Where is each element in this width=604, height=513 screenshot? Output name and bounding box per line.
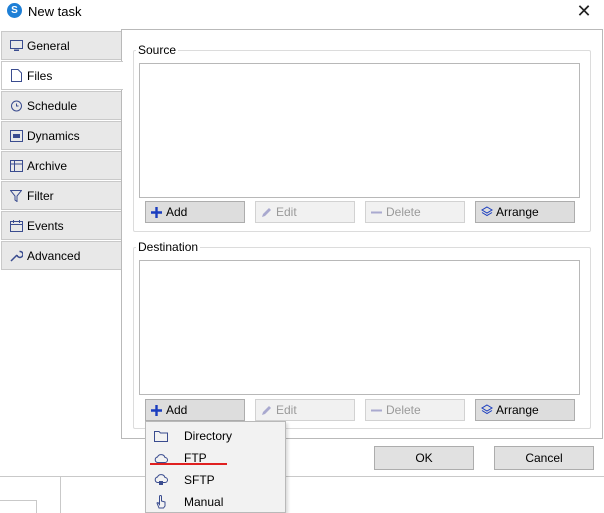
minus-icon (370, 404, 383, 417)
filter-icon (9, 189, 23, 203)
source-group-label: Source (136, 43, 179, 57)
button-label: Edit (276, 205, 297, 219)
menu-item-ftp[interactable]: FTP (146, 447, 285, 469)
window-title: New task (28, 4, 82, 19)
menu-item-label: SFTP (184, 473, 215, 487)
button-label: Delete (386, 205, 421, 219)
tab-advanced[interactable]: Advanced (1, 241, 122, 270)
title-bar: S New task ✕ (0, 0, 604, 24)
menu-item-label: Manual (184, 495, 224, 509)
tab-filter[interactable]: Filter (1, 181, 122, 210)
background-divider (0, 476, 604, 477)
plus-icon (150, 404, 163, 417)
cloud-lock-icon (154, 473, 168, 487)
destination-arrange-button[interactable]: Arrange (475, 399, 575, 421)
background-divider (60, 476, 61, 513)
archive-icon (9, 159, 23, 173)
button-label: Arrange (496, 205, 539, 219)
file-icon (9, 69, 23, 83)
tab-files[interactable]: Files (1, 61, 123, 90)
tab-label: Schedule (27, 98, 78, 113)
menu-item-sftp[interactable]: SFTP (146, 469, 285, 491)
layers-icon (480, 206, 493, 219)
tab-label: Archive (27, 158, 68, 173)
cancel-button[interactable]: Cancel (494, 446, 594, 470)
button-label: Add (166, 403, 188, 417)
background-divider (36, 500, 37, 513)
close-button[interactable]: ✕ (573, 1, 595, 21)
destination-delete-button[interactable]: Delete (365, 399, 465, 421)
menu-item-manual[interactable]: Manual (146, 491, 285, 513)
button-label: Add (166, 205, 188, 219)
source-delete-button[interactable]: Delete (365, 201, 465, 223)
layers-icon (480, 404, 493, 417)
source-edit-button[interactable]: Edit (255, 201, 355, 223)
tab-schedule[interactable]: Schedule (1, 91, 122, 120)
button-label: Edit (276, 403, 297, 417)
background-divider (0, 500, 36, 501)
tab-label: Advanced (27, 248, 81, 263)
add-dropdown-menu: Directory FTP SFTP Manual (145, 421, 286, 513)
ok-button[interactable]: OK (374, 446, 474, 470)
minus-icon (370, 206, 383, 219)
tab-label: Events (27, 218, 64, 233)
destination-group-label: Destination (136, 240, 201, 254)
tab-general[interactable]: General (1, 31, 122, 60)
button-label: Arrange (496, 403, 539, 417)
source-add-button[interactable]: Add (145, 201, 245, 223)
hand-pointer-icon (154, 495, 168, 509)
calendar-icon (9, 219, 23, 233)
dynamics-icon (9, 129, 23, 143)
tab-label: Dynamics (27, 128, 80, 143)
destination-add-button[interactable]: Add (145, 399, 245, 421)
menu-item-label: Directory (184, 429, 233, 443)
tab-label: General (27, 38, 70, 53)
destination-edit-button[interactable]: Edit (255, 399, 355, 421)
button-label: Delete (386, 403, 421, 417)
app-logo-icon: S (7, 3, 22, 18)
wrench-icon (9, 249, 23, 263)
destination-list[interactable] (139, 260, 580, 395)
monitor-icon (9, 39, 23, 53)
highlight-underline (150, 463, 227, 465)
pencil-icon (260, 404, 273, 417)
tab-dynamics[interactable]: Dynamics (1, 121, 122, 150)
menu-item-directory[interactable]: Directory (146, 425, 285, 447)
source-list[interactable] (139, 63, 580, 198)
tab-label: Files (27, 68, 53, 83)
source-arrange-button[interactable]: Arrange (475, 201, 575, 223)
plus-icon (150, 206, 163, 219)
tab-label: Filter (27, 188, 54, 203)
folder-icon (154, 429, 168, 443)
alarm-clock-icon (9, 99, 23, 113)
tab-archive[interactable]: Archive (1, 151, 122, 180)
tab-events[interactable]: Events (1, 211, 122, 240)
pencil-icon (260, 206, 273, 219)
